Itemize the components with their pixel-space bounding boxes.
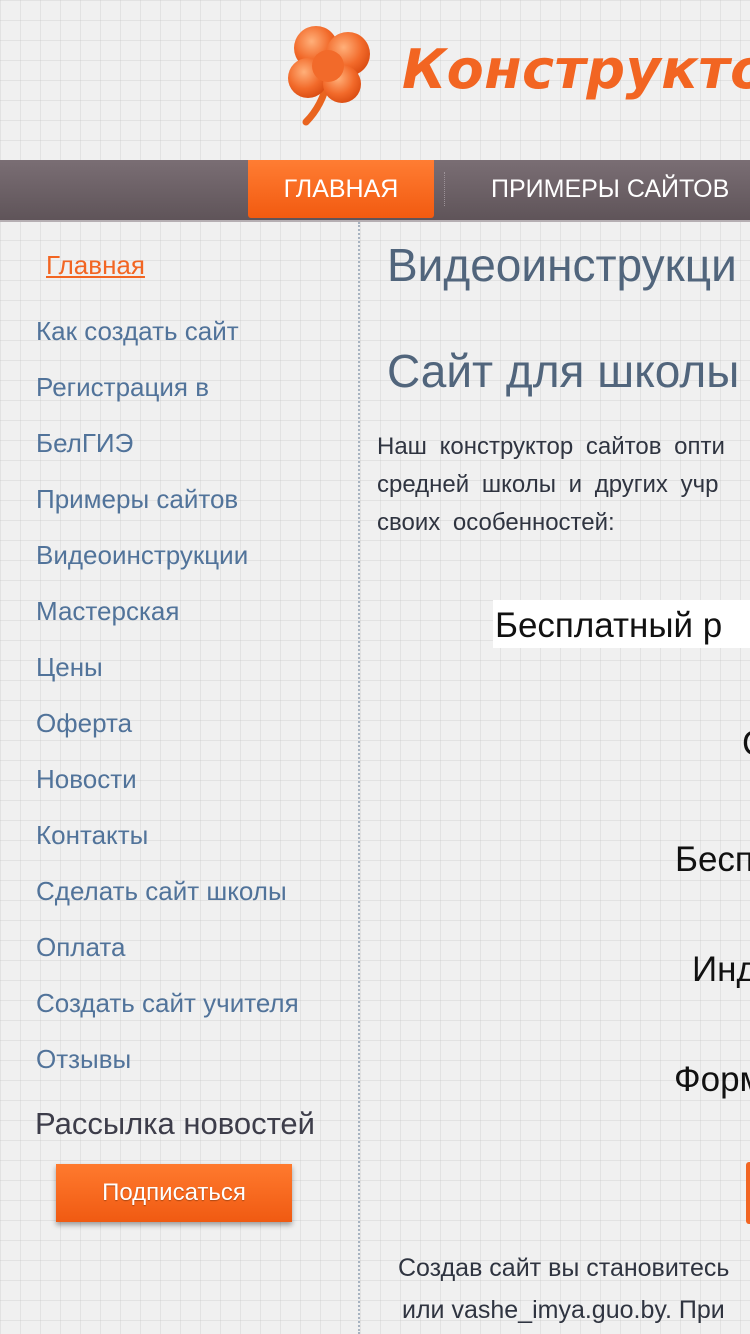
main-content: Видеоинструкци Сайт для школы Наш констр… [360, 222, 750, 1334]
sidebar-item-belgie[interactable]: БелГИЭ [36, 428, 133, 459]
intro-line: своих особенностей: [377, 509, 615, 536]
sidebar-item-contacts[interactable]: Контакты [36, 820, 148, 851]
feature-item: Форм [674, 1060, 750, 1099]
nav-divider [444, 172, 445, 206]
nav-item-home[interactable]: ГЛАВНАЯ [248, 160, 434, 218]
sidebar-item-home[interactable]: Главная [46, 250, 145, 281]
sidebar-item-reviews[interactable]: Отзывы [36, 1044, 131, 1075]
sidebar-item-registration[interactable]: Регистрация в [36, 372, 209, 403]
sidebar-item-news[interactable]: Новости [36, 764, 137, 795]
feature-item: С [742, 724, 750, 764]
bottom-text-line: Создав сайт вы становитесь [398, 1254, 730, 1282]
sidebar-item-school-site[interactable]: Сделать сайт школы [36, 876, 287, 907]
clover-icon[interactable] [278, 18, 384, 128]
intro-line: Наш конструктор сайтов опти [377, 433, 725, 460]
feature-item: Бесплатный р [495, 606, 723, 645]
sidebar-item-prices[interactable]: Цены [36, 652, 103, 683]
main-nav: ГЛАВНАЯ ПРИМЕРЫ САЙТОВ [0, 160, 750, 222]
sidebar-item-payment[interactable]: Оплата [36, 932, 125, 963]
bottom-text-line: или vashe_imya.guo.by. При [402, 1296, 725, 1324]
subscribe-button[interactable]: Подписаться [56, 1164, 292, 1222]
intro-line: средней школы и других учр [377, 471, 719, 498]
feature-item: Бесп [675, 840, 750, 879]
nav-item-site-examples[interactable]: ПРИМЕРЫ САЙТОВ [491, 160, 729, 218]
sidebar-item-offer[interactable]: Оферта [36, 708, 132, 739]
site-logo-text[interactable]: Конструктор [402, 38, 750, 101]
site-header: Конструктор [0, 0, 750, 160]
cta-button-edge[interactable] [746, 1162, 750, 1224]
section-heading: Сайт для школы [387, 345, 740, 397]
sidebar-item-workshop[interactable]: Мастерская [36, 596, 179, 627]
sidebar-item-how-to-create[interactable]: Как создать сайт [36, 316, 239, 347]
sidebar-item-teacher-site[interactable]: Создать сайт учителя [36, 988, 299, 1019]
sidebar-item-site-examples[interactable]: Примеры сайтов [36, 484, 238, 515]
sidebar-item-video-instructions[interactable]: Видеоинструкции [36, 540, 248, 571]
page-title: Видеоинструкци [387, 239, 737, 291]
newsletter-title: Рассылка новостей [35, 1106, 315, 1141]
intro-paragraph: Наш конструктор сайтов опти средней школ… [377, 428, 750, 542]
feature-item: Инд [692, 950, 750, 989]
